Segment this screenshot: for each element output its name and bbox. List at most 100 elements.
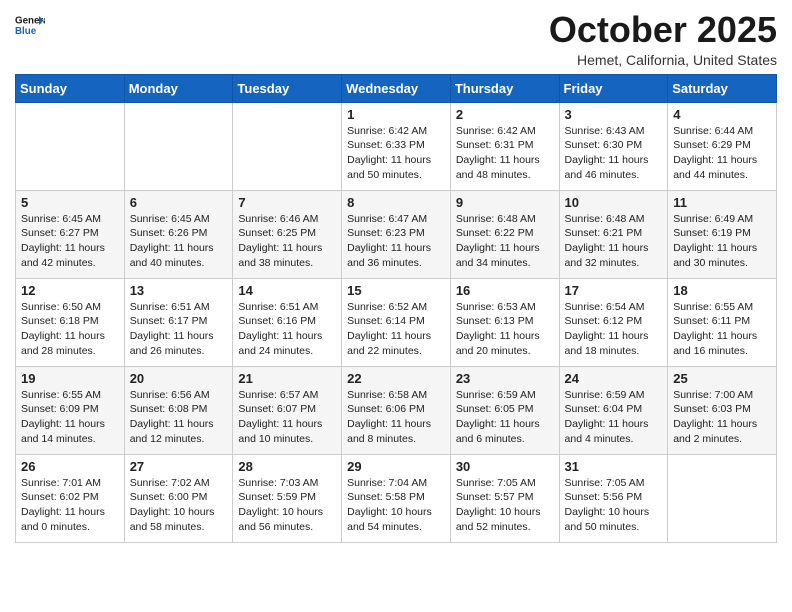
day-number: 29 (347, 459, 445, 474)
table-row: 12 Sunrise: 6:50 AM Sunset: 6:18 PM Dayli… (16, 278, 125, 366)
day-info: Sunrise: 6:48 AM Sunset: 6:22 PM Dayligh… (456, 212, 554, 271)
table-row: 10Sunrise: 6:48 AM Sunset: 6:21 PM Dayli… (559, 190, 668, 278)
day-number: 7 (238, 195, 336, 210)
table-row: 24 Sunrise: 6:59 AM Sunset: 6:04 PM Dayli… (559, 366, 668, 454)
table-row: 14 Sunrise: 6:51 AM Sunset: 6:16 PM Dayli… (233, 278, 342, 366)
day-number: 17 (565, 283, 663, 298)
day-number: 6 (130, 195, 228, 210)
table-row: 17 Sunrise: 6:54 AM Sunset: 6:12 PM Dayli… (559, 278, 668, 366)
day-number: 18 (673, 283, 771, 298)
day-info: Sunrise: 7:02 AM Sunset: 6:00 PM Dayligh… (130, 476, 228, 535)
table-row: 28 Sunrise: 7:03 AM Sunset: 5:59 PM Dayli… (233, 454, 342, 542)
day-info: Sunrise: 6:59 AM Sunset: 6:05 PM Dayligh… (456, 388, 554, 447)
day-number: 10 (565, 195, 663, 210)
day-number: 3 (565, 107, 663, 122)
col-wednesday: Wednesday (342, 74, 451, 102)
day-info: Sunrise: 6:47 AM Sunset: 6:23 PM Dayligh… (347, 212, 445, 271)
col-saturday: Saturday (668, 74, 777, 102)
calendar-week-row: 12 Sunrise: 6:50 AM Sunset: 6:18 PM Dayli… (16, 278, 777, 366)
day-number: 16 (456, 283, 554, 298)
header: General Blue October 2025 Hemet, Califor… (15, 10, 777, 68)
title-area: October 2025 Hemet, California, United S… (549, 10, 777, 68)
day-info: Sunrise: 6:54 AM Sunset: 6:12 PM Dayligh… (565, 300, 663, 359)
calendar-week-row: 1Sunrise: 6:42 AM Sunset: 6:33 PM Daylig… (16, 102, 777, 190)
day-info: Sunrise: 7:04 AM Sunset: 5:58 PM Dayligh… (347, 476, 445, 535)
day-number: 22 (347, 371, 445, 386)
table-row: 1Sunrise: 6:42 AM Sunset: 6:33 PM Daylig… (342, 102, 451, 190)
table-row: 23 Sunrise: 6:59 AM Sunset: 6:05 PM Dayli… (450, 366, 559, 454)
day-info: Sunrise: 6:44 AM Sunset: 6:29 PM Dayligh… (673, 124, 771, 183)
table-row: 21Sunrise: 6:57 AM Sunset: 6:07 PM Dayli… (233, 366, 342, 454)
table-row (16, 102, 125, 190)
day-info: Sunrise: 6:55 AM Sunset: 6:09 PM Dayligh… (21, 388, 119, 447)
day-number: 15 (347, 283, 445, 298)
day-info: Sunrise: 6:51 AM Sunset: 6:16 PM Dayligh… (238, 300, 336, 359)
table-row (124, 102, 233, 190)
month-title: October 2025 (549, 10, 777, 50)
table-row: 6 Sunrise: 6:45 AM Sunset: 6:26 PM Daylig… (124, 190, 233, 278)
day-info: Sunrise: 6:45 AM Sunset: 6:26 PM Dayligh… (130, 212, 228, 271)
day-info: Sunrise: 6:53 AM Sunset: 6:13 PM Dayligh… (456, 300, 554, 359)
day-number: 11 (673, 195, 771, 210)
table-row: 8 Sunrise: 6:47 AM Sunset: 6:23 PM Daylig… (342, 190, 451, 278)
day-number: 19 (21, 371, 119, 386)
day-number: 21 (238, 371, 336, 386)
day-number: 12 (21, 283, 119, 298)
day-number: 20 (130, 371, 228, 386)
day-info: Sunrise: 6:43 AM Sunset: 6:30 PM Dayligh… (565, 124, 663, 183)
day-number: 26 (21, 459, 119, 474)
calendar-week-row: 26Sunrise: 7:01 AM Sunset: 6:02 PM Dayli… (16, 454, 777, 542)
table-row: 5 Sunrise: 6:45 AM Sunset: 6:27 PM Daylig… (16, 190, 125, 278)
col-monday: Monday (124, 74, 233, 102)
day-number: 9 (456, 195, 554, 210)
table-row: 26Sunrise: 7:01 AM Sunset: 6:02 PM Dayli… (16, 454, 125, 542)
table-row: 30Sunrise: 7:05 AM Sunset: 5:57 PM Dayli… (450, 454, 559, 542)
table-row (233, 102, 342, 190)
calendar-week-row: 5 Sunrise: 6:45 AM Sunset: 6:27 PM Daylig… (16, 190, 777, 278)
day-number: 25 (673, 371, 771, 386)
table-row: 16 Sunrise: 6:53 AM Sunset: 6:13 PM Dayli… (450, 278, 559, 366)
day-info: Sunrise: 6:50 AM Sunset: 6:18 PM Dayligh… (21, 300, 119, 359)
day-info: Sunrise: 7:03 AM Sunset: 5:59 PM Dayligh… (238, 476, 336, 535)
table-row (668, 454, 777, 542)
day-info: Sunrise: 6:52 AM Sunset: 6:14 PM Dayligh… (347, 300, 445, 359)
logo-icon: General Blue (15, 10, 45, 40)
day-number: 23 (456, 371, 554, 386)
day-info: Sunrise: 6:42 AM Sunset: 6:31 PM Dayligh… (456, 124, 554, 183)
day-number: 5 (21, 195, 119, 210)
table-row: 3 Sunrise: 6:43 AM Sunset: 6:30 PM Daylig… (559, 102, 668, 190)
day-number: 30 (456, 459, 554, 474)
day-number: 31 (565, 459, 663, 474)
table-row: 18 Sunrise: 6:55 AM Sunset: 6:11 PM Dayli… (668, 278, 777, 366)
calendar-header-row: Sunday Monday Tuesday Wednesday Thursday… (16, 74, 777, 102)
day-info: Sunrise: 6:49 AM Sunset: 6:19 PM Dayligh… (673, 212, 771, 271)
logo: General Blue (15, 10, 45, 40)
calendar-table: Sunday Monday Tuesday Wednesday Thursday… (15, 74, 777, 543)
day-number: 14 (238, 283, 336, 298)
col-sunday: Sunday (16, 74, 125, 102)
col-thursday: Thursday (450, 74, 559, 102)
table-row: 9 Sunrise: 6:48 AM Sunset: 6:22 PM Daylig… (450, 190, 559, 278)
col-tuesday: Tuesday (233, 74, 342, 102)
day-number: 13 (130, 283, 228, 298)
table-row: 31 Sunrise: 7:05 AM Sunset: 5:56 PM Dayli… (559, 454, 668, 542)
day-info: Sunrise: 6:56 AM Sunset: 6:08 PM Dayligh… (130, 388, 228, 447)
table-row: 27Sunrise: 7:02 AM Sunset: 6:00 PM Dayli… (124, 454, 233, 542)
day-info: Sunrise: 6:46 AM Sunset: 6:25 PM Dayligh… (238, 212, 336, 271)
day-number: 8 (347, 195, 445, 210)
day-number: 28 (238, 459, 336, 474)
day-info: Sunrise: 6:58 AM Sunset: 6:06 PM Dayligh… (347, 388, 445, 447)
day-info: Sunrise: 6:55 AM Sunset: 6:11 PM Dayligh… (673, 300, 771, 359)
day-number: 24 (565, 371, 663, 386)
location-subtitle: Hemet, California, United States (549, 52, 777, 68)
day-info: Sunrise: 6:59 AM Sunset: 6:04 PM Dayligh… (565, 388, 663, 447)
day-info: Sunrise: 7:05 AM Sunset: 5:56 PM Dayligh… (565, 476, 663, 535)
table-row: 22 Sunrise: 6:58 AM Sunset: 6:06 PM Dayli… (342, 366, 451, 454)
day-info: Sunrise: 6:51 AM Sunset: 6:17 PM Dayligh… (130, 300, 228, 359)
day-number: 4 (673, 107, 771, 122)
table-row: 13 Sunrise: 6:51 AM Sunset: 6:17 PM Dayli… (124, 278, 233, 366)
table-row: 7 Sunrise: 6:46 AM Sunset: 6:25 PM Daylig… (233, 190, 342, 278)
table-row: 20 Sunrise: 6:56 AM Sunset: 6:08 PM Dayli… (124, 366, 233, 454)
table-row: 2Sunrise: 6:42 AM Sunset: 6:31 PM Daylig… (450, 102, 559, 190)
day-info: Sunrise: 6:45 AM Sunset: 6:27 PM Dayligh… (21, 212, 119, 271)
